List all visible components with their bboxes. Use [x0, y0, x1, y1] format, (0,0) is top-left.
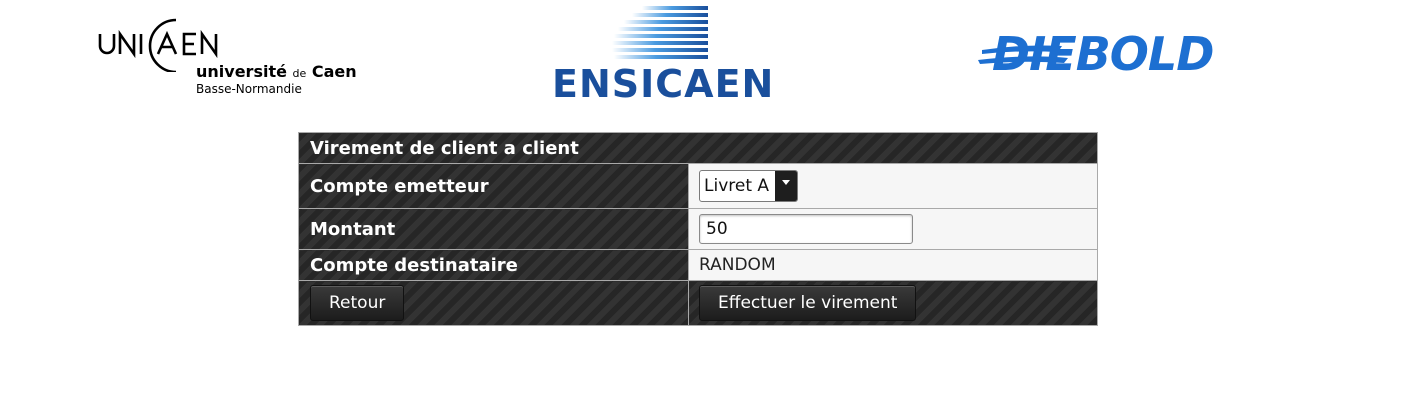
page: université de Caen Basse-Normandie ENSIC…	[0, 0, 1424, 404]
diebold-wordmark: DIEBOLD	[992, 27, 1214, 81]
amount-input[interactable]	[699, 214, 913, 244]
destination-account-label: Compte destinataire	[298, 249, 689, 281]
transfer-title-row: Virement de client a client	[298, 132, 1098, 164]
unicaen-logo: université de Caen Basse-Normandie	[96, 12, 366, 102]
back-cell: Retour	[298, 280, 689, 326]
submit-transfer-button[interactable]: Effectuer le virement	[699, 285, 917, 321]
transfer-form-table: Virement de client a client Compte emett…	[298, 132, 1098, 326]
source-account-label: Compte emetteur	[298, 163, 689, 209]
unicaen-name: université de Caen	[196, 62, 357, 81]
destination-account-row: Compte destinataire RANDOM	[298, 249, 1098, 281]
actions-row: Retour Effectuer le virement	[298, 280, 1098, 326]
submit-cell: Effectuer le virement	[688, 280, 1098, 326]
ensicaen-wordmark: ENSICAEN	[552, 62, 775, 106]
back-button[interactable]: Retour	[310, 285, 405, 321]
destination-account-value: RANDOM	[688, 249, 1098, 281]
amount-cell	[688, 208, 1098, 250]
source-account-row: Compte emetteur Livret A	[298, 163, 1098, 209]
amount-label: Montant	[298, 208, 689, 250]
source-account-cell: Livret A	[688, 163, 1098, 209]
amount-row: Montant	[298, 208, 1098, 250]
unicaen-region: Basse-Normandie	[196, 82, 302, 96]
source-account-selected-value: Livret A	[704, 176, 770, 196]
ensicaen-wave-icon	[612, 6, 708, 59]
source-account-select[interactable]: Livret A	[699, 170, 799, 202]
chevron-down-icon[interactable]	[775, 171, 798, 201]
transfer-title: Virement de client a client	[298, 132, 1098, 164]
ensicaen-logo: ENSICAEN	[552, 4, 775, 106]
diebold-logo: DIEBOLD	[978, 26, 1268, 82]
